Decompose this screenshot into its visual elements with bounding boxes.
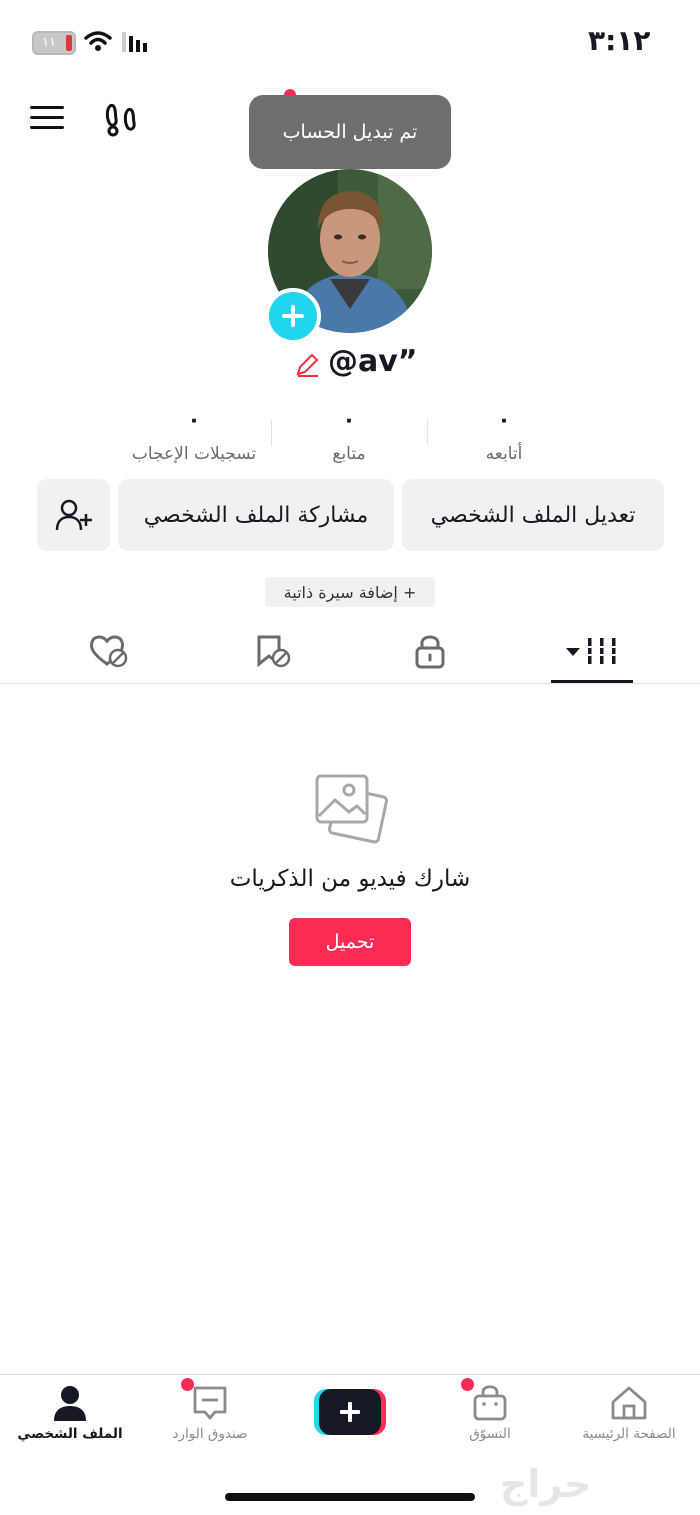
nav-profile[interactable]: الملف الشخصي: [0, 1384, 140, 1442]
home-indicator[interactable]: [225, 1493, 475, 1501]
nav-inbox-label: صندوق الوارد: [172, 1426, 248, 1442]
nav-shop[interactable]: التسوّق: [420, 1384, 560, 1442]
signal-icon: [122, 32, 147, 52]
followers-count[interactable]: ٠: [329, 408, 369, 433]
following-label[interactable]: أتابعه: [444, 444, 564, 464]
menu-icon[interactable]: [30, 104, 64, 132]
stat-divider: [271, 420, 272, 446]
empty-state-title: شارك فيديو من الذكريات: [229, 866, 471, 892]
likes-count[interactable]: ٠: [174, 408, 214, 433]
footprints-icon[interactable]: [104, 102, 140, 138]
account-switched-toast: تم تبديل الحساب: [249, 95, 451, 169]
status-time: ٣:١٢: [588, 24, 651, 57]
nav-shop-label: التسوّق: [469, 1426, 511, 1442]
photos-icon: [315, 774, 388, 844]
lock-icon[interactable]: [413, 632, 447, 670]
edit-username-icon[interactable]: [294, 352, 320, 378]
add-bio-button[interactable]: + إضافة سيرة ذاتية: [265, 577, 435, 607]
home-icon: [611, 1386, 647, 1420]
inbox-icon: [193, 1386, 227, 1420]
bottom-nav-divider: [0, 1374, 700, 1375]
nav-profile-label: الملف الشخصي: [17, 1426, 123, 1442]
nav-home-label: الصفحة الرئيسية: [582, 1426, 676, 1442]
nav-home[interactable]: الصفحة الرئيسية: [559, 1384, 699, 1442]
battery-icon: ١١: [32, 31, 76, 55]
videos-grid-icon[interactable]: [564, 632, 620, 670]
share-profile-button[interactable]: مشاركة الملف الشخصي: [118, 479, 394, 551]
add-photo-button[interactable]: [265, 288, 321, 344]
likes-label[interactable]: تسجيلات الإعجاب: [114, 444, 274, 464]
liked-hidden-icon[interactable]: [88, 632, 130, 670]
followers-label[interactable]: متابع: [289, 444, 409, 464]
shopping-bag-icon: [473, 1385, 507, 1421]
username: @av”: [328, 344, 418, 379]
wifi-icon: [84, 31, 112, 51]
haraj-watermark: حراج: [500, 1462, 592, 1506]
plus-icon: [282, 305, 304, 327]
profile-icon: [54, 1386, 86, 1421]
add-user-icon: [55, 499, 92, 531]
create-button[interactable]: [314, 1389, 386, 1435]
nav-inbox[interactable]: صندوق الوارد: [140, 1384, 280, 1442]
saved-hidden-icon[interactable]: [254, 632, 292, 670]
edit-profile-button[interactable]: تعديل الملف الشخصي: [402, 479, 664, 551]
following-count[interactable]: ٠: [484, 408, 524, 433]
add-friends-button[interactable]: [37, 479, 110, 551]
stat-divider: [427, 420, 428, 446]
upload-button[interactable]: تحميل: [289, 918, 411, 966]
tabs-divider: [0, 683, 700, 684]
